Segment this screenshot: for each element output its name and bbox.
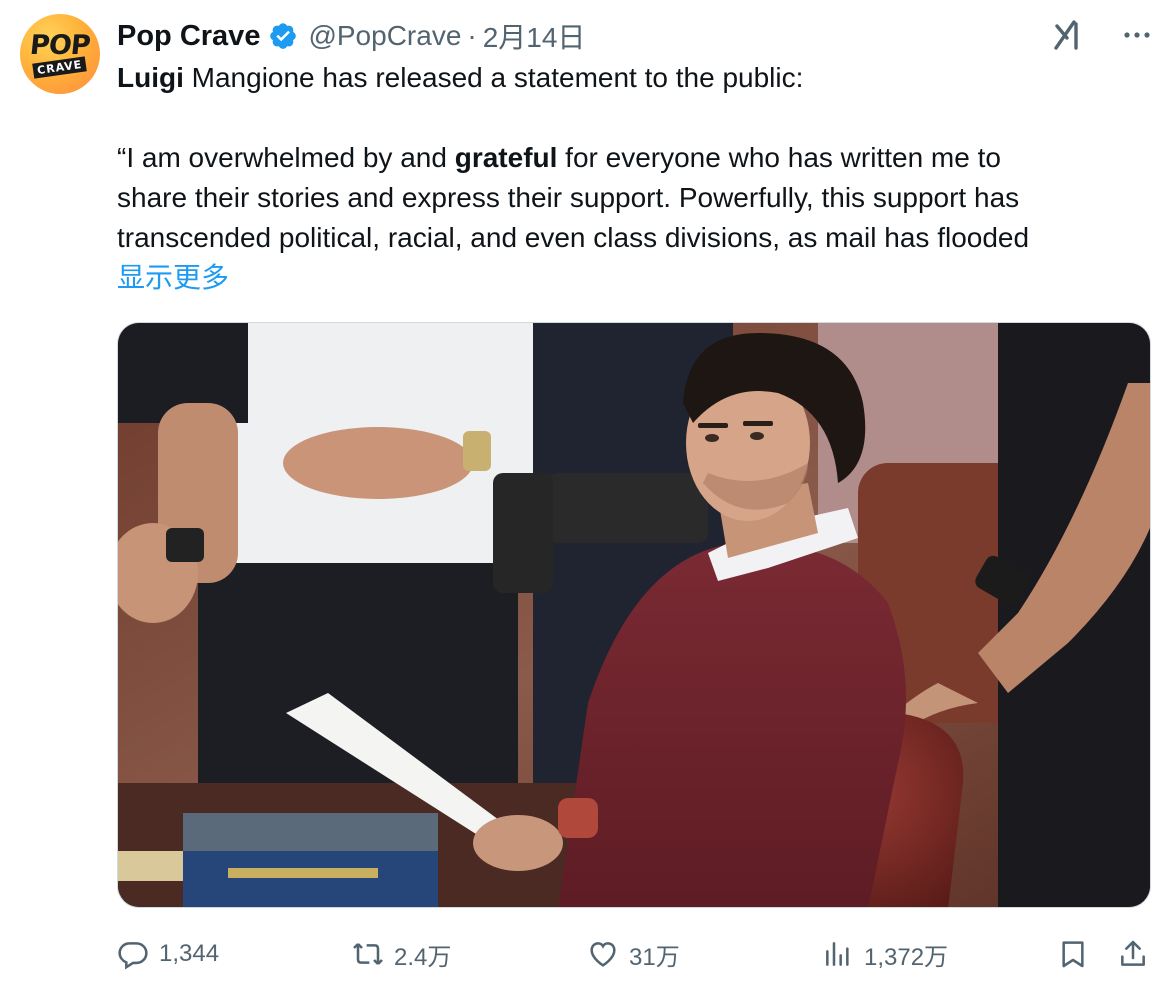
more-options-icon[interactable]: [1120, 18, 1154, 52]
post-text-line: Luigi Mangione has released a statement …: [117, 62, 804, 93]
repost-count: 2.4万: [394, 943, 452, 971]
grok-icon[interactable]: [1052, 18, 1086, 52]
action-bar: 1,344 2.4万 31万 1,372万: [117, 930, 1157, 978]
post-header: Pop Crave @PopCrave · 2月14日: [117, 16, 585, 56]
like-count: 31万: [629, 943, 680, 971]
views-icon: [826, 942, 849, 966]
courtroom-photo: [118, 323, 1150, 907]
post-text: Luigi Mangione has released a statement …: [117, 58, 1157, 298]
view-count: 1,372万: [864, 943, 949, 971]
post-media-image[interactable]: [117, 322, 1151, 908]
bookmark-icon: [1062, 941, 1084, 968]
separator: ·: [467, 20, 477, 51]
handle[interactable]: @PopCrave: [308, 20, 461, 52]
repost-icon: [353, 943, 383, 965]
avatar-logo-text: POP: [28, 30, 92, 61]
display-name[interactable]: Pop Crave: [117, 20, 260, 53]
post-text-line: “I am overwhelmed by and grateful for ev…: [117, 142, 1001, 173]
post-text-blank-line: [117, 98, 1157, 138]
reply-icon: [118, 942, 148, 970]
heart-icon: [590, 942, 616, 967]
bookmark-button[interactable]: [1057, 930, 1089, 978]
share-icon: [1121, 940, 1145, 966]
views-button[interactable]: 1,372万: [822, 930, 948, 978]
reply-count: 1,344: [159, 940, 220, 967]
show-more-link[interactable]: 显示更多: [117, 258, 1157, 298]
repost-button[interactable]: 2.4万: [352, 930, 451, 978]
verified-badge-icon[interactable]: [268, 21, 298, 51]
bold-text: Luigi: [117, 62, 184, 93]
post-text-line: transcended political, racial, and even …: [117, 222, 1030, 253]
post-text-line: share their stories and express their su…: [117, 182, 1020, 213]
like-button[interactable]: 31万: [587, 930, 680, 978]
post-date[interactable]: 2月14日: [483, 16, 586, 56]
bold-text: grateful: [454, 142, 558, 173]
avatar[interactable]: POP CRAVE: [20, 14, 100, 94]
share-button[interactable]: [1117, 930, 1149, 978]
top-actions: [1052, 18, 1154, 52]
reply-button[interactable]: 1,344: [117, 930, 219, 978]
